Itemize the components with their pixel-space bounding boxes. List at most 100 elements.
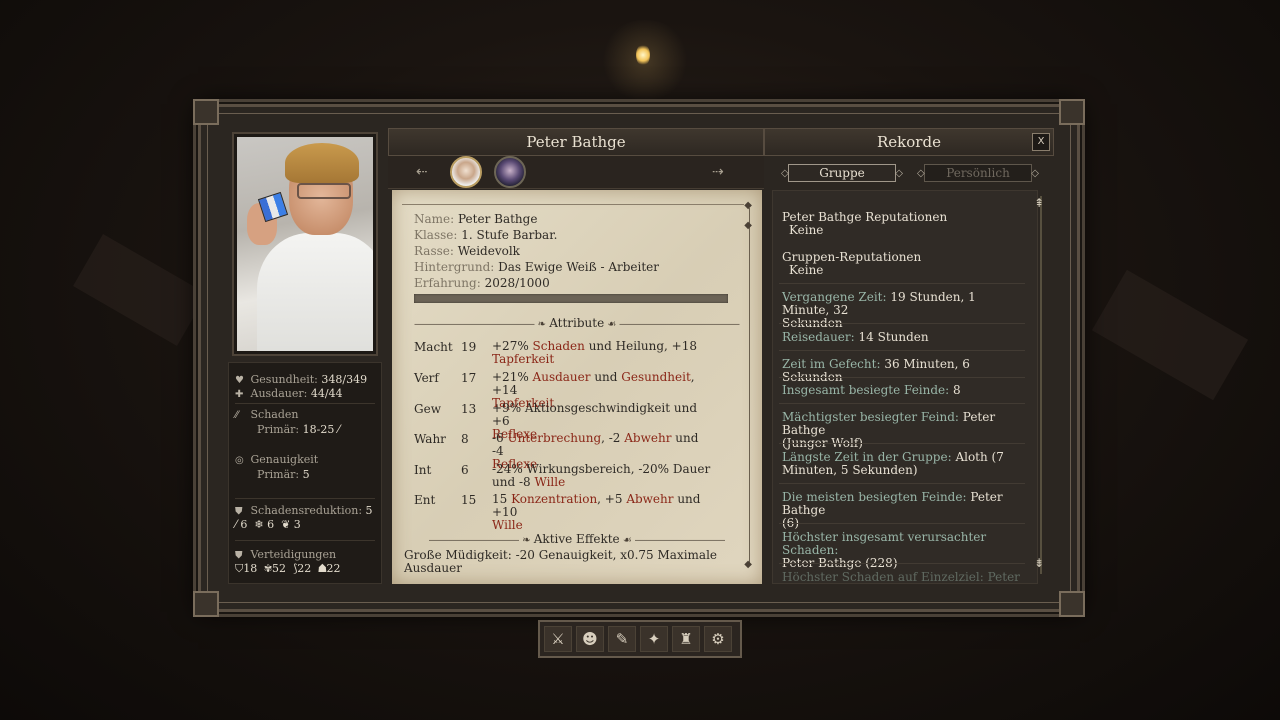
desc-keyword[interactable]: Gesundheit	[621, 370, 690, 384]
attribute-value: 8	[461, 432, 469, 446]
desc-keyword[interactable]: Wille	[534, 475, 565, 489]
character-portrait[interactable]	[232, 132, 378, 356]
character-icon[interactable]: ☻	[576, 626, 604, 652]
info-name: Name: Peter Bathge	[414, 212, 537, 226]
desc-keyword[interactable]: Wille	[492, 518, 523, 532]
attributes-title: Attribute	[549, 316, 605, 330]
fortitude-icon: ✾	[264, 562, 272, 575]
dr-value: 5	[365, 504, 373, 517]
desc-text: und	[590, 370, 622, 384]
race-key: Rasse:	[414, 244, 454, 258]
ornament-icon: ――――――――― ❧	[429, 535, 534, 546]
divider	[235, 540, 375, 541]
party-member-portrait-selected[interactable]	[450, 156, 482, 188]
endurance-label: Ausdauer:	[250, 387, 308, 400]
desc-keyword[interactable]: Ausdauer	[533, 370, 591, 384]
scroll-up-icon[interactable]: ◆	[744, 200, 752, 211]
record-highest-single-damage: Höchster Schaden auf Einzelziel: Peter	[782, 571, 1022, 584]
desc-keyword[interactable]: Tapferkeit	[492, 352, 554, 366]
frame-corner	[1059, 591, 1085, 617]
desc-text: +27%	[492, 339, 533, 353]
inventory-icon[interactable]: ⚔	[544, 626, 572, 652]
portrait-hair	[285, 143, 359, 183]
effects-title: Aktive Effekte	[533, 532, 620, 546]
record-label: Reisedauer:	[782, 330, 855, 344]
info-experience: Erfahrung: 2028/1000	[414, 276, 550, 290]
record-value: Aloth (7	[955, 450, 1004, 464]
record-label: Höchster insgesamt verursachter Schaden:	[782, 530, 987, 557]
record-value: Minuten, 5 Sekunden)	[782, 463, 918, 477]
bottom-toolbar: ⚔ ☻ ✎ ✦ ♜ ⚙	[538, 620, 742, 658]
previous-character-arrow[interactable]: ⇠	[416, 164, 428, 180]
accuracy-primary-label: Primär:	[257, 468, 300, 481]
desc-text: -6	[492, 431, 508, 445]
damage-stat: ⁄⁄ Schaden	[235, 408, 298, 422]
next-character-arrow[interactable]: ⇢	[712, 164, 724, 180]
divider	[779, 563, 1025, 564]
attribute-value: 17	[461, 371, 477, 385]
attribute-value: 6	[461, 463, 469, 477]
record-elapsed-time: Vergangene Zeit: 19 Stunden, 1 Minute, 3…	[782, 291, 1022, 330]
desc-keyword[interactable]: Unterbrechung	[508, 431, 602, 445]
map-icon[interactable]: ✦	[640, 626, 668, 652]
tab-personal[interactable]: Persönlich	[917, 164, 1039, 182]
desc-text: , +5	[597, 492, 627, 506]
scene-floor	[1091, 269, 1249, 401]
record-most-defeated: Die meisten besiegten Feinde: Peter Bath…	[782, 491, 1022, 530]
scroll-down-icon[interactable]: ◆	[744, 559, 752, 570]
scroll-up-icon[interactable]: ⇞	[1034, 196, 1044, 210]
experience-key: Erfahrung:	[414, 276, 481, 290]
stronghold-icon[interactable]: ♜	[672, 626, 700, 652]
dr-pierce-value: 3	[293, 518, 301, 531]
settings-icon[interactable]: ⚙	[704, 626, 732, 652]
record-mightiest-enemy: Mächtigster besiegter Feind: Peter Bathg…	[782, 411, 1022, 450]
defenses-label: Verteidigungen	[250, 548, 337, 561]
attribute-description-might: +27% Schaden und Heilung, +18 Tapferkeit	[492, 340, 712, 366]
party-member-portrait[interactable]	[494, 156, 526, 188]
desc-keyword[interactable]: Schaden	[533, 339, 585, 353]
attribute-value: 13	[461, 402, 477, 416]
name-key: Name:	[414, 212, 455, 226]
record-value: 8	[953, 383, 961, 397]
endurance-stat: ✚ Ausdauer: 44/44	[235, 387, 343, 401]
sheet-scrollbar[interactable]	[749, 208, 750, 566]
health-value: 348/349	[321, 373, 368, 386]
desc-text: und Heilung, +18	[584, 339, 697, 353]
health-label: Gesundheit:	[250, 373, 318, 386]
attribute-value: 15	[461, 493, 477, 507]
party-bar	[388, 156, 764, 189]
record-label: Höchster Schaden auf Einzelziel: Peter	[782, 570, 1020, 584]
desc-keyword[interactable]: Abwehr	[624, 431, 671, 445]
record-label: Insgesamt besiegte Feinde:	[782, 383, 950, 397]
attribute-name: Macht	[414, 340, 453, 354]
attribute-description-intellect: -24% Wirkungsbereich, -20% Dauer und -8 W…	[492, 463, 712, 489]
record-enemies-defeated: Insgesamt besiegte Feinde: 8	[782, 384, 1022, 397]
divider	[779, 283, 1025, 284]
will-icon: ☗	[318, 562, 327, 575]
records-scrollbar[interactable]	[1040, 196, 1042, 574]
record-label: Die meisten besiegten Feinde:	[782, 490, 967, 504]
divider	[402, 204, 744, 205]
damage-primary: Primär: 18-25 ⁄	[257, 423, 340, 436]
scroll-down-icon[interactable]: ⇟	[1034, 556, 1044, 570]
heart-icon: ♥	[235, 375, 244, 386]
slash-type-icon: ⁄	[337, 423, 340, 436]
journal-icon[interactable]: ✎	[608, 626, 636, 652]
record-group-reputation: Gruppen-Reputationen Keine	[782, 251, 1022, 277]
info-background: Hintergrund: Das Ewige Weiß - Arbeiter	[414, 260, 659, 274]
close-button[interactable]: X	[1032, 133, 1050, 151]
freeze-icon: ❄	[254, 518, 264, 531]
background-value: Das Ewige Weiß - Arbeiter	[498, 260, 660, 274]
desc-keyword[interactable]: Konzentration	[511, 492, 597, 506]
dr-freeze-value: 6	[267, 518, 275, 531]
ornament-icon: ☙ ―――――――――	[619, 535, 725, 546]
candle-flame	[636, 44, 650, 66]
tab-group[interactable]: Gruppe	[781, 164, 903, 182]
desc-keyword[interactable]: Abwehr	[626, 492, 673, 506]
divider	[779, 443, 1025, 444]
record-label: Vergangene Zeit:	[782, 290, 887, 304]
desc-text: +9% Aktionsgeschwindigkeit und +6	[492, 401, 698, 428]
record-travel-time: Reisedauer: 14 Stunden	[782, 331, 1022, 344]
record-longest-in-party: Längste Zeit in der Gruppe: Aloth (7 Min…	[782, 451, 1022, 477]
divider	[779, 350, 1025, 351]
